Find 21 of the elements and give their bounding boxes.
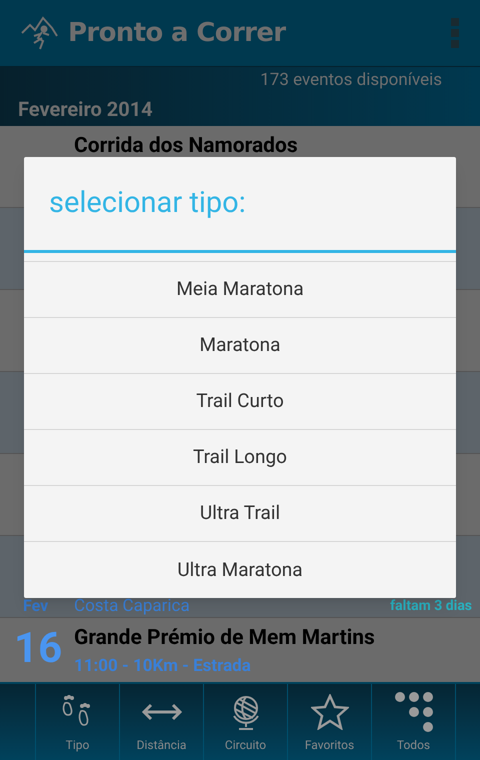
dialog-option[interactable]: Ultra Maratona xyxy=(24,542,456,598)
dots-icon xyxy=(392,691,434,733)
dialog-option[interactable]: Meia Maratona xyxy=(24,262,456,318)
double-arrow-icon xyxy=(140,701,182,723)
event-title: Grande Prémio de Mem Martins xyxy=(74,625,375,652)
event-month: Fev xyxy=(23,598,48,614)
event-day: 16 xyxy=(14,628,62,670)
month-heading: Fevereiro 2014 xyxy=(18,96,154,122)
dialog-option[interactable]: Trail Longo xyxy=(24,430,456,486)
dialog-option[interactable]: Trail Curto xyxy=(24,374,456,430)
event-count: 173 eventos disponíveis xyxy=(260,69,442,92)
event-location: Costa Caparica xyxy=(74,598,190,615)
event-title: Corrida dos Namorados xyxy=(74,133,298,160)
event-details: 11:00 - 10Km - Estrada xyxy=(74,655,251,678)
overflow-menu-icon[interactable] xyxy=(450,16,460,50)
dialog-option[interactable]: Maratona xyxy=(24,318,456,374)
dialog-title: selecionar tipo: xyxy=(49,184,246,222)
star-icon xyxy=(310,694,348,730)
app-title: Pronto a Correr xyxy=(68,16,286,50)
event-countdown: faltam 3 dias xyxy=(390,599,472,613)
dialog-option[interactable]: Ultra Trail xyxy=(24,486,456,542)
